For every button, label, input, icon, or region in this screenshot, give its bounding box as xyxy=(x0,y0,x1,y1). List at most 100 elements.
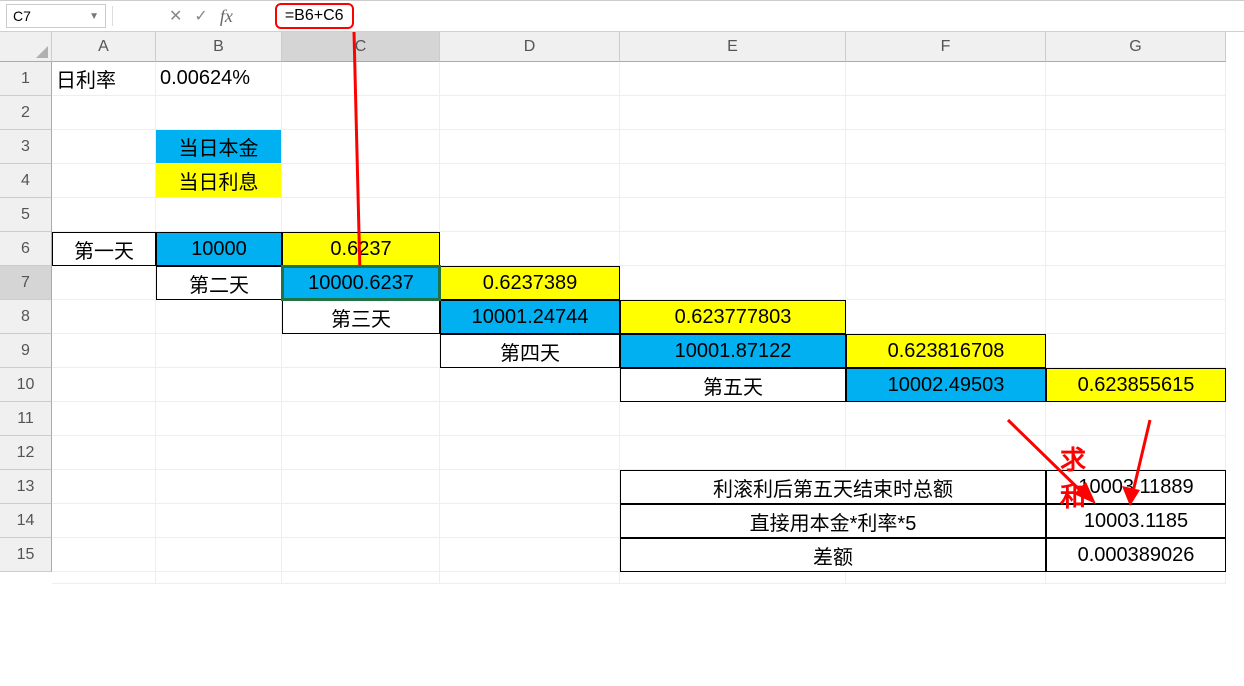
row-header-3[interactable]: 3 xyxy=(0,130,52,164)
row-header-12[interactable]: 12 xyxy=(0,436,52,470)
cell[interactable] xyxy=(620,266,846,300)
row-header-10[interactable]: 10 xyxy=(0,368,52,402)
cell[interactable] xyxy=(282,402,440,436)
select-all-corner[interactable] xyxy=(0,32,52,62)
cell[interactable]: 0.6237389 xyxy=(440,266,620,300)
cell[interactable] xyxy=(52,96,156,130)
row-header-2[interactable]: 2 xyxy=(0,96,52,130)
cell[interactable]: 0.623855615 xyxy=(1046,368,1226,402)
row-header-13[interactable]: 13 xyxy=(0,470,52,504)
summary-label[interactable]: 直接用本金*利率*5 xyxy=(620,504,1046,538)
column-header-E[interactable]: E xyxy=(620,32,846,62)
cell[interactable] xyxy=(156,402,282,436)
cell[interactable] xyxy=(846,62,1046,96)
cell[interactable] xyxy=(620,164,846,198)
cell[interactable] xyxy=(440,504,620,538)
row-header-5[interactable]: 5 xyxy=(0,198,52,232)
cell[interactable] xyxy=(440,164,620,198)
cell[interactable] xyxy=(440,538,620,572)
summary-label[interactable]: 利滚利后第五天结束时总额 xyxy=(620,470,1046,504)
cell[interactable]: 10000 xyxy=(156,232,282,266)
cell[interactable] xyxy=(156,96,282,130)
row-header-7[interactable]: 7 xyxy=(0,266,52,300)
cell[interactable] xyxy=(846,266,1046,300)
row-header-15[interactable]: 15 xyxy=(0,538,52,572)
cell[interactable] xyxy=(1046,62,1226,96)
cell[interactable] xyxy=(440,470,620,504)
cell[interactable] xyxy=(440,62,620,96)
cell[interactable] xyxy=(282,538,440,572)
cell[interactable]: 10001.87122 xyxy=(620,334,846,368)
cell[interactable] xyxy=(620,198,846,232)
cell[interactable] xyxy=(52,572,156,584)
row-header-6[interactable]: 6 xyxy=(0,232,52,266)
cell[interactable] xyxy=(282,164,440,198)
cell[interactable] xyxy=(620,62,846,96)
cell[interactable] xyxy=(282,334,440,368)
cell[interactable]: 0.000389026 xyxy=(1046,538,1226,572)
cell[interactable] xyxy=(846,572,1046,584)
cell[interactable] xyxy=(156,436,282,470)
cell[interactable] xyxy=(620,572,846,584)
cell[interactable] xyxy=(282,436,440,470)
cell[interactable] xyxy=(1046,436,1226,470)
row-header-14[interactable]: 14 xyxy=(0,504,52,538)
cell[interactable] xyxy=(52,538,156,572)
cell[interactable] xyxy=(440,232,620,266)
cell[interactable] xyxy=(52,130,156,164)
cell[interactable] xyxy=(1046,198,1226,232)
cell[interactable] xyxy=(620,96,846,130)
cell[interactable] xyxy=(52,266,156,300)
formula-input[interactable]: =B6+C6 xyxy=(275,3,354,29)
row-header-4[interactable]: 4 xyxy=(0,164,52,198)
cell[interactable] xyxy=(1046,164,1226,198)
accept-icon[interactable]: ✓ xyxy=(194,6,207,26)
cell[interactable] xyxy=(1046,130,1226,164)
cell[interactable] xyxy=(440,96,620,130)
cell[interactable] xyxy=(620,402,846,436)
cell[interactable] xyxy=(1046,266,1226,300)
cell[interactable]: 日利率 xyxy=(52,62,156,96)
cell[interactable] xyxy=(440,368,620,402)
summary-label[interactable]: 差额 xyxy=(620,538,1046,572)
column-header-G[interactable]: G xyxy=(1046,32,1226,62)
cell[interactable] xyxy=(156,368,282,402)
cell[interactable] xyxy=(620,232,846,266)
cell[interactable] xyxy=(52,402,156,436)
cell[interactable] xyxy=(846,436,1046,470)
cell[interactable] xyxy=(156,504,282,538)
cell[interactable] xyxy=(846,300,1046,334)
cell[interactable]: 0.623816708 xyxy=(846,334,1046,368)
cell[interactable] xyxy=(282,572,440,584)
cell[interactable]: 0.00624% xyxy=(156,62,282,96)
column-header-D[interactable]: D xyxy=(440,32,620,62)
cell[interactable]: 第三天 xyxy=(282,300,440,334)
cell[interactable]: 0.6237 xyxy=(282,232,440,266)
cell[interactable] xyxy=(52,198,156,232)
cell[interactable] xyxy=(846,232,1046,266)
row-header-11[interactable]: 11 xyxy=(0,402,52,436)
grid[interactable]: 日利率0.00624%当日本金当日利息第一天100000.6237第二天1000… xyxy=(52,62,1244,644)
cell[interactable] xyxy=(1046,300,1226,334)
column-header-B[interactable]: B xyxy=(156,32,282,62)
active-cell[interactable]: 10000.6237 xyxy=(282,266,440,300)
cell[interactable] xyxy=(846,96,1046,130)
cell[interactable]: 10002.49503 xyxy=(846,368,1046,402)
cell[interactable]: 0.623777803 xyxy=(620,300,846,334)
cell[interactable] xyxy=(52,164,156,198)
cell[interactable] xyxy=(156,334,282,368)
fx-icon[interactable]: fx xyxy=(220,6,233,27)
cell[interactable]: 当日本金 xyxy=(156,130,282,164)
cell[interactable] xyxy=(846,402,1046,436)
cell[interactable] xyxy=(52,436,156,470)
cell[interactable] xyxy=(440,130,620,164)
cell[interactable] xyxy=(156,198,282,232)
cell[interactable] xyxy=(282,96,440,130)
cell[interactable]: 10001.24744 xyxy=(440,300,620,334)
row-header-1[interactable]: 1 xyxy=(0,62,52,96)
cell[interactable] xyxy=(156,538,282,572)
row-header-9[interactable]: 9 xyxy=(0,334,52,368)
cell[interactable]: 10003.11889 xyxy=(1046,470,1226,504)
cell[interactable] xyxy=(282,198,440,232)
name-box[interactable]: C7 ▼ xyxy=(6,4,106,28)
